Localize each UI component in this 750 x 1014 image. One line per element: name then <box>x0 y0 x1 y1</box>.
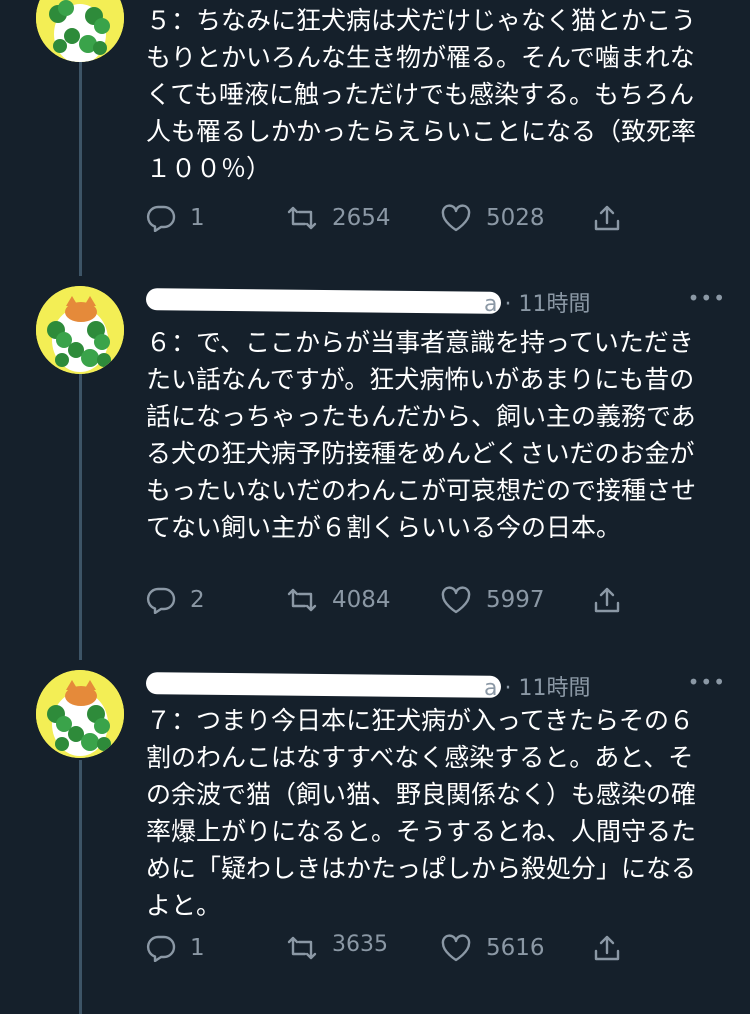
tweet-text: ７：つまり今日本に狂犬病が入ってきたらその６割のわんこはなすすべなく感染すると。… <box>146 706 697 920</box>
like-button[interactable]: 5616 <box>440 928 545 968</box>
retweet-count: 3635 <box>332 932 388 954</box>
retweet-icon <box>287 206 317 230</box>
reply-count: 1 <box>190 935 205 961</box>
like-count: 5028 <box>486 205 545 231</box>
redacted-username <box>145 672 502 698</box>
share-icon <box>594 587 620 613</box>
retweet-icon <box>287 588 317 612</box>
tweet-text: ６：で、ここからが当事者意識を持っていただきたい話なんですが。狂犬病怖いがあまり… <box>146 328 697 542</box>
like-count: 5616 <box>486 935 545 961</box>
tweet[interactable]: a · 11時間 ••• ７：つまり今日本に狂犬病が入ってきたらその６割のわんこ… <box>0 664 750 1004</box>
tweet-header: a · 11時間 ••• <box>145 286 726 320</box>
reply-button[interactable]: 1 <box>146 198 205 238</box>
share-icon <box>594 205 620 231</box>
retweet-button[interactable]: 3635 <box>286 928 392 968</box>
redacted-username <box>145 288 502 314</box>
tweet-actions: 1 3635 5616 <box>146 928 626 968</box>
retweet-button[interactable]: 2654 <box>286 198 391 238</box>
reply-count: 1 <box>190 205 205 231</box>
heart-icon <box>441 586 471 614</box>
retweet-count: 2654 <box>332 205 391 231</box>
tweet-actions: 2 4084 5997 <box>146 580 626 620</box>
avatar[interactable] <box>36 286 124 374</box>
tweet-header: a · 11時間 ••• <box>145 670 726 704</box>
more-options-icon[interactable]: ••• <box>688 286 726 310</box>
tweet[interactable]: ５：ちなみに狂犬病は犬だけじゃなく猫とかこうもりとかいろんな生き物が罹る。そんで… <box>0 0 750 270</box>
share-button[interactable] <box>592 580 636 620</box>
avatar[interactable] <box>36 670 124 758</box>
avatar-cat-clover-icon <box>36 0 124 62</box>
reply-icon <box>146 587 176 614</box>
share-icon <box>594 935 620 961</box>
tweet-text: ５：ちなみに狂犬病は犬だけじゃなく猫とかこうもりとかいろんな生き物が罹る。そんで… <box>146 6 697 183</box>
retweet-button[interactable]: 4084 <box>286 580 391 620</box>
handle-and-timestamp: a · 11時間 <box>484 676 591 701</box>
reply-button[interactable]: 1 <box>146 928 205 968</box>
avatar[interactable] <box>36 0 124 62</box>
tweet-actions: 1 2654 5028 <box>146 198 626 238</box>
tweet[interactable]: a · 11時間 ••• ６：で、ここからが当事者意識を持っていただきたい話なん… <box>0 280 750 650</box>
heart-icon <box>441 934 471 962</box>
share-button[interactable] <box>592 928 636 968</box>
more-options-icon[interactable]: ••• <box>688 670 726 694</box>
retweet-icon <box>287 936 317 960</box>
share-button[interactable] <box>592 198 636 238</box>
reply-icon <box>146 205 176 232</box>
like-button[interactable]: 5997 <box>440 580 545 620</box>
like-count: 5997 <box>486 587 545 613</box>
like-button[interactable]: 5028 <box>440 198 545 238</box>
retweet-count: 4084 <box>332 587 391 613</box>
avatar-cat-clover-icon <box>36 286 124 374</box>
avatar-cat-clover-icon <box>36 670 124 758</box>
heart-icon <box>441 204 471 232</box>
reply-icon <box>146 935 176 962</box>
reply-button[interactable]: 2 <box>146 580 205 620</box>
handle-and-timestamp: a · 11時間 <box>484 292 591 317</box>
reply-count: 2 <box>190 587 205 613</box>
